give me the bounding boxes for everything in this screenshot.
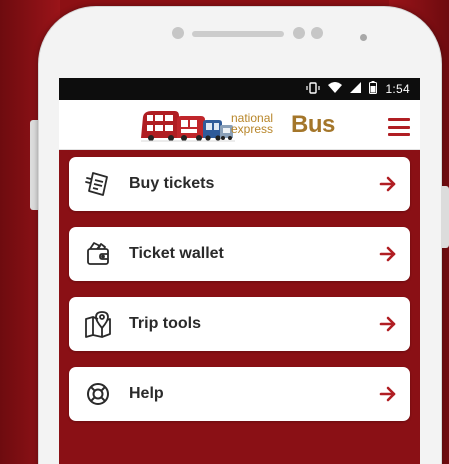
menu-item-help[interactable]: Help (69, 367, 410, 421)
status-time: 1:54 (385, 82, 410, 96)
phone-sensor (172, 27, 184, 39)
map-pin-icon (83, 309, 113, 339)
arrow-right-icon (379, 316, 396, 332)
main-menu: Buy tickets Ticket wallet Trip tools Hel… (59, 157, 420, 421)
phone-side-button-right (441, 186, 449, 248)
arrow-right-icon (379, 246, 396, 262)
phone-sensor (293, 27, 305, 39)
phone-sensor (311, 27, 323, 39)
hamburger-menu-icon[interactable] (388, 118, 410, 136)
phone-camera (360, 34, 367, 41)
brand-text-bus: Bus (291, 111, 335, 138)
battery-icon (369, 81, 378, 97)
ticket-icon (83, 169, 113, 199)
menu-item-buy-tickets[interactable]: Buy tickets (69, 157, 410, 211)
menu-item-label: Buy tickets (129, 175, 215, 192)
status-bar: 1:54 (59, 78, 420, 100)
menu-item-label: Trip tools (129, 315, 201, 332)
wallet-icon (83, 239, 113, 269)
vibrate-icon (306, 81, 321, 97)
brand-text-small: national express (231, 112, 274, 136)
menu-item-trip-tools[interactable]: Trip tools (69, 297, 410, 351)
app-header: national express Bus (59, 100, 420, 150)
menu-item-ticket-wallet[interactable]: Ticket wallet (69, 227, 410, 281)
menu-item-label: Help (129, 385, 164, 402)
arrow-right-icon (379, 386, 396, 402)
lifebuoy-icon (83, 379, 113, 409)
brand-line-express: express (231, 122, 274, 136)
app-screen: 1:54 national express Bus Buy tickets Ti… (59, 78, 420, 464)
phone-speaker (192, 31, 284, 37)
menu-item-label: Ticket wallet (129, 245, 224, 262)
arrow-right-icon (379, 176, 396, 192)
signal-icon (350, 82, 362, 96)
wifi-icon (328, 82, 343, 96)
